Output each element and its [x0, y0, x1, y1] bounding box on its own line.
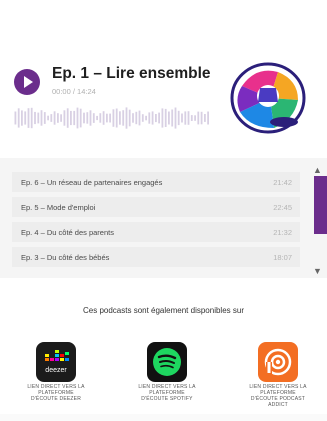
waveform-bar: [99, 113, 102, 123]
waveform-bar: [171, 109, 174, 127]
waveform-bar: [200, 111, 203, 125]
waveform-bar: [24, 111, 27, 125]
episode-title: Ep. 1 – Lire ensemble à la: [52, 65, 210, 82]
waveform-bar: [53, 111, 56, 125]
waveform-bar: [14, 111, 17, 125]
episode-row-duration: 21:42: [273, 178, 292, 187]
waveform-bar: [66, 108, 69, 128]
waveform-bar: [34, 111, 36, 125]
episode-row[interactable]: Ep. 4 – Du côté des parents 21:32: [12, 222, 300, 242]
waveform-bar: [194, 115, 196, 121]
episode-row-title: Ep. 5 – Mode d'emploi: [21, 203, 96, 212]
waveform-bar: [83, 112, 85, 124]
podcast-addict-link[interactable]: [258, 342, 298, 382]
podcast-addict-icon: [264, 348, 292, 376]
waveform-bar: [122, 110, 125, 126]
waveform-bar: [86, 112, 89, 124]
episode-row[interactable]: Ep. 3 – Du côté des bébés 18:07: [12, 247, 300, 267]
waveform-bar: [174, 107, 177, 129]
waveform-bar: [27, 108, 30, 128]
waveform-bar: [47, 115, 49, 121]
waveform[interactable]: [14, 104, 210, 132]
waveform-bar: [79, 108, 82, 128]
waveform-bar: [37, 112, 40, 124]
waveform-bar: [70, 110, 72, 126]
episode-list[interactable]: Ep. 6 – Un réseau de partenaires engagés…: [0, 158, 327, 278]
episode-row-title: Ep. 4 – Du côté des parents: [21, 228, 114, 237]
waveform-bar: [17, 108, 20, 128]
deezer-icon: deezer: [45, 350, 69, 374]
waveform-bar: [135, 111, 138, 125]
waveform-bar: [204, 114, 206, 122]
waveform-bar: [30, 107, 33, 129]
spotify-icon: [153, 348, 181, 376]
waveform-bar: [21, 110, 23, 126]
spotify-link[interactable]: [147, 342, 187, 382]
waveform-bar: [148, 112, 151, 124]
scroll-up-icon[interactable]: ▲: [313, 165, 322, 175]
waveform-bar: [138, 110, 141, 126]
episode-row-duration: 18:07: [273, 253, 292, 262]
waveform-bar: [40, 110, 43, 126]
waveform-bar: [112, 109, 115, 127]
episode-row[interactable]: Ep. 5 – Mode d'emploi 22:45: [12, 197, 300, 217]
scrollbar-thumb[interactable]: [314, 176, 327, 234]
episode-row-duration: 22:45: [273, 203, 292, 212]
episode-row-duration: 21:32: [273, 228, 292, 237]
waveform-bar: [190, 115, 193, 121]
waveform-bar: [145, 115, 147, 121]
waveform-bar: [102, 111, 105, 125]
waveform-bar: [161, 108, 164, 128]
waveform-bar: [76, 107, 79, 129]
deezer-label[interactable]: LIEN DIRECT VERS LA PLATEFORME D'ÉCOUTE …: [24, 384, 88, 402]
episode-row-title: Ep. 6 – Un réseau de partenaires engagés: [21, 178, 163, 187]
waveform-bar: [128, 109, 131, 127]
podcast-player: Ep. 1 – Lire ensemble à la 00:00 / 14:24: [0, 0, 327, 158]
waveform-bar: [132, 113, 134, 123]
waveform-bar: [119, 111, 121, 125]
waveform-bar: [92, 113, 95, 123]
waveform-bar: [164, 108, 167, 127]
deezer-link[interactable]: deezer: [36, 342, 76, 382]
waveform-bar: [151, 111, 154, 125]
waveform-bar: [96, 115, 98, 121]
waveform-bar: [177, 110, 180, 126]
waveform-bar: [63, 110, 66, 126]
waveform-bar: [125, 107, 128, 129]
waveform-bar: [50, 114, 53, 122]
waveform-bar: [207, 111, 209, 125]
waveform-bar: [197, 111, 200, 125]
waveform-bar: [181, 113, 183, 123]
waveform-bar: [60, 114, 62, 122]
play-button[interactable]: [14, 69, 40, 95]
episode-time: 00:00 / 14:24: [52, 87, 96, 96]
also-available-text: Ces podcasts sont également disponibles …: [83, 306, 244, 315]
spotify-label[interactable]: LIEN DIRECT VERS LA PLATEFORME D'ÉCOUTE …: [135, 384, 199, 402]
waveform-bar: [141, 114, 144, 122]
podcast-cover-art: [230, 62, 306, 134]
waveform-bar: [184, 111, 187, 125]
scroll-down-icon[interactable]: ▼: [313, 266, 322, 276]
episode-row[interactable]: Ep. 6 – Un réseau de partenaires engagés…: [12, 172, 300, 192]
waveform-bar: [89, 110, 92, 126]
waveform-bar: [57, 113, 59, 123]
podcast-addict-label[interactable]: LIEN DIRECT VERS LA PLATEFORME D'ÉCOUTE …: [246, 384, 310, 408]
waveform-bar: [106, 113, 108, 123]
waveform-bar: [168, 111, 170, 125]
deezer-logo-text: deezer: [45, 367, 67, 374]
waveform-bar: [73, 110, 76, 126]
waveform-bar: [109, 113, 111, 123]
waveform-bar: [158, 112, 160, 124]
waveform-bar: [155, 114, 157, 123]
episode-row-title: Ep. 3 – Du côté des bébés: [21, 253, 110, 262]
waveform-bar: [43, 112, 46, 124]
bottom-bar: [0, 414, 327, 421]
waveform-bar: [187, 111, 190, 125]
waveform-bar: [115, 108, 118, 128]
